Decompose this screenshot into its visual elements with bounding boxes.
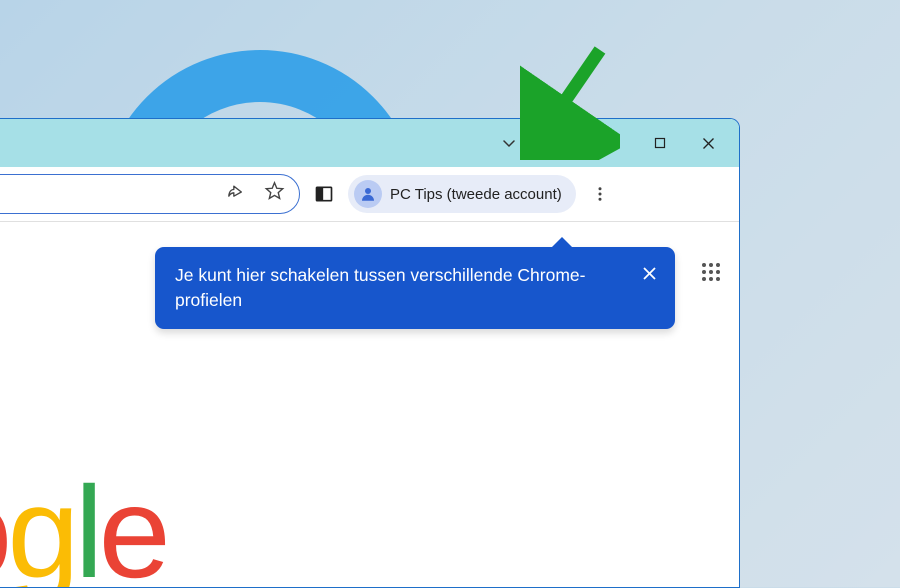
logo-char: l (75, 459, 99, 588)
logo-char: g (7, 459, 74, 588)
page-content: Je kunt hier schakelen tussen verschille… (0, 222, 739, 587)
profile-button[interactable]: PC Tips (tweede account) (348, 175, 576, 213)
avatar (354, 180, 382, 208)
person-icon (359, 185, 377, 203)
minimize-icon (606, 137, 618, 149)
google-apps-button[interactable] (701, 262, 721, 287)
google-logo: ogle (0, 457, 166, 588)
close-icon (702, 137, 715, 150)
tooltip-text: Je kunt hier schakelen tussen verschille… (175, 265, 585, 310)
tab-search-button[interactable] (491, 125, 527, 161)
profile-name-label: PC Tips (tweede account) (390, 186, 562, 203)
apps-grid-icon (701, 262, 721, 282)
logo-char: e (99, 459, 166, 588)
chevron-down-icon (501, 135, 517, 151)
kebab-menu-icon (591, 185, 609, 203)
side-panel-button[interactable] (306, 176, 342, 212)
maximize-button[interactable] (637, 123, 683, 163)
close-icon (642, 266, 657, 281)
share-icon (228, 182, 248, 202)
browser-toolbar: PC Tips (tweede account) (0, 167, 739, 222)
bookmark-button[interactable] (264, 181, 285, 207)
chrome-menu-button[interactable] (582, 176, 618, 212)
chrome-window: PC Tips (tweede account) Je kunt hier sc… (0, 118, 740, 588)
tooltip-close-button[interactable] (637, 261, 661, 285)
window-titlebar (0, 119, 739, 167)
star-icon (264, 181, 285, 202)
profile-tooltip: Je kunt hier schakelen tussen verschille… (155, 247, 675, 329)
share-button[interactable] (228, 182, 248, 207)
address-bar[interactable] (0, 174, 300, 214)
tooltip-arrow (550, 237, 574, 249)
maximize-icon (654, 137, 666, 149)
side-panel-icon (314, 184, 334, 204)
minimize-button[interactable] (589, 123, 635, 163)
close-window-button[interactable] (685, 123, 731, 163)
